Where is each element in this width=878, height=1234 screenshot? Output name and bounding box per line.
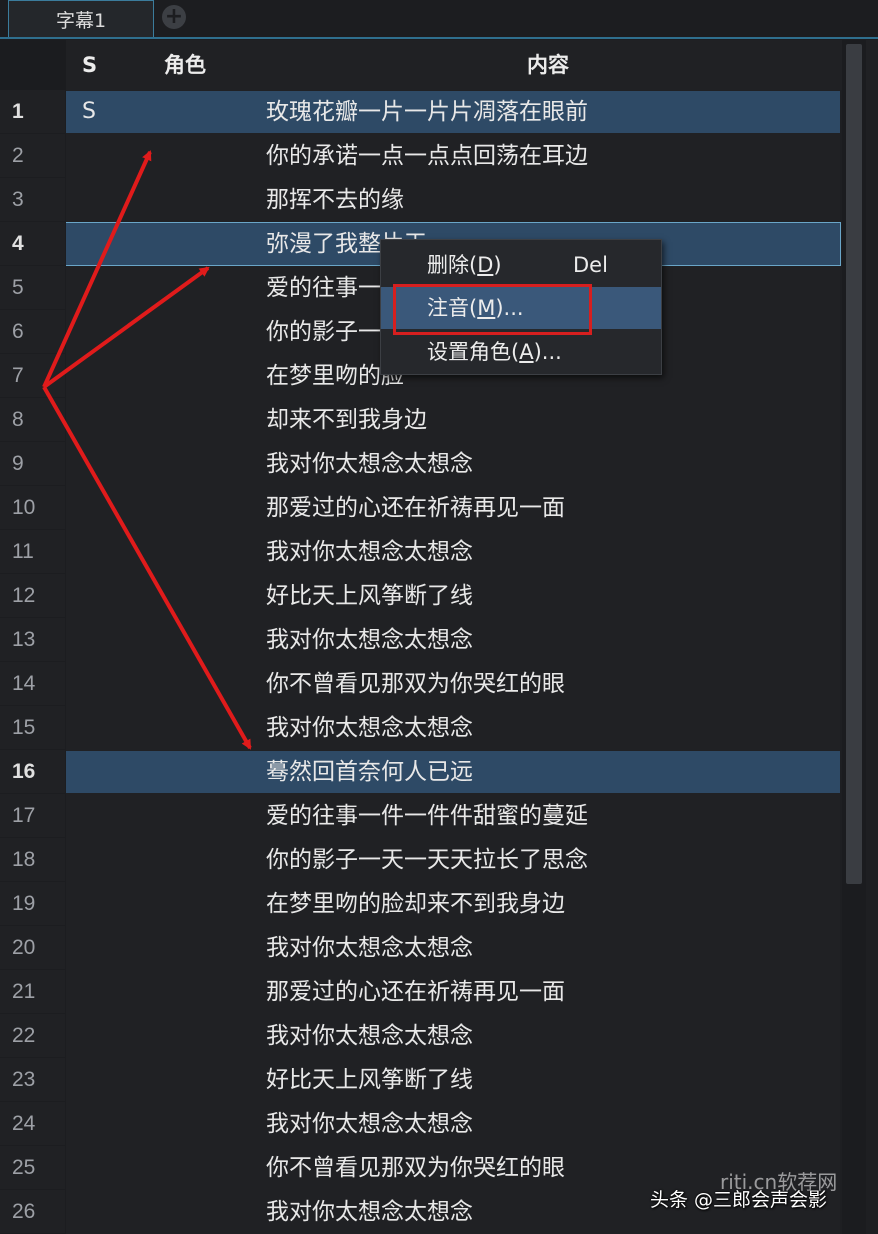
row-content-cell[interactable]: 好比天上风筝断了线	[266, 1058, 473, 1102]
row-number[interactable]: 3	[0, 178, 66, 222]
tab-label: 字幕1	[55, 9, 107, 32]
table-row[interactable]: 13 我对你太想念太想念	[0, 618, 840, 662]
row-content-cell[interactable]: 你不曾看见那双为你哭红的眼	[266, 1146, 565, 1190]
table-row[interactable]: 2 你的承诺一点一点点回荡在耳边	[0, 134, 840, 178]
table-row[interactable]: 16 蓦然回首奈何人已远	[0, 750, 840, 794]
row-number[interactable]: 20	[0, 926, 66, 970]
add-tab-icon[interactable]: +	[162, 5, 186, 29]
table-row[interactable]: 18 你的影子一天一天天拉长了思念	[0, 838, 840, 882]
row-content-cell[interactable]: 你的承诺一点一点点回荡在耳边	[266, 134, 588, 178]
header-corner	[0, 40, 66, 90]
menu-item-delete[interactable]: 删除(D) Del	[381, 244, 661, 286]
row-number[interactable]: 8	[0, 398, 66, 442]
row-content-cell[interactable]: 你的影子一天一天天拉长了思念	[266, 838, 588, 882]
context-menu: 删除(D) Del 注音(M)... 设置角色(A)...	[380, 239, 662, 375]
row-number[interactable]: 17	[0, 794, 66, 838]
row-number[interactable]: 1	[0, 90, 66, 134]
table-row[interactable]: 24 我对你太想念太想念	[0, 1102, 840, 1146]
table-row[interactable]: 9 我对你太想念太想念	[0, 442, 840, 486]
row-content-cell[interactable]: 却来不到我身边	[266, 398, 427, 442]
menu-item-set-role[interactable]: 设置角色(A)...	[381, 331, 661, 373]
row-number[interactable]: 7	[0, 354, 66, 398]
row-content-cell[interactable]: 我对你太想念太想念	[266, 530, 473, 574]
row-number[interactable]: 9	[0, 442, 66, 486]
tab-subtitle-1[interactable]: 字幕1	[8, 0, 154, 37]
table-row[interactable]: 15 我对你太想念太想念	[0, 706, 840, 750]
column-header-content[interactable]: 内容	[527, 40, 569, 90]
row-number[interactable]: 2	[0, 134, 66, 178]
table-row[interactable]: 11 我对你太想念太想念	[0, 530, 840, 574]
row-content-cell[interactable]: 我对你太想念太想念	[266, 442, 473, 486]
column-header-style[interactable]: S	[82, 40, 97, 90]
table-row[interactable]: 14 你不曾看见那双为你哭红的眼	[0, 662, 840, 706]
table-row[interactable]: 17 爱的往事一件一件件甜蜜的蔓延	[0, 794, 840, 838]
row-number[interactable]: 23	[0, 1058, 66, 1102]
row-number[interactable]: 13	[0, 618, 66, 662]
row-content-cell[interactable]: 我对你太想念太想念	[266, 926, 473, 970]
table-row[interactable]: 8 却来不到我身边	[0, 398, 840, 442]
row-content-cell[interactable]: 你的影子一	[266, 310, 381, 354]
row-content-cell[interactable]: 我对你太想念太想念	[266, 1102, 473, 1146]
menu-item-annotate-label: 注音(M)...	[427, 296, 524, 320]
scrollbar-thumb[interactable]	[846, 44, 862, 884]
row-highlight	[66, 399, 840, 441]
row-content-cell[interactable]: 我对你太想念太想念	[266, 706, 473, 750]
row-number[interactable]: 18	[0, 838, 66, 882]
table-row[interactable]: 19 在梦里吻的脸却来不到我身边	[0, 882, 840, 926]
row-number[interactable]: 26	[0, 1190, 66, 1234]
row-number[interactable]: 14	[0, 662, 66, 706]
row-number[interactable]: 24	[0, 1102, 66, 1146]
row-content-cell[interactable]: 爱的往事一	[266, 266, 381, 310]
column-header-role[interactable]: 角色	[164, 40, 206, 90]
menu-item-delete-shortcut: Del	[573, 253, 608, 277]
row-content-cell[interactable]: 我对你太想念太想念	[266, 618, 473, 662]
menu-item-delete-label: 删除(D)	[427, 253, 502, 277]
row-style-cell[interactable]: S	[82, 90, 96, 134]
row-number[interactable]: 16	[0, 750, 66, 794]
row-number[interactable]: 5	[0, 266, 66, 310]
menu-item-set-role-label: 设置角色(A)...	[427, 340, 562, 364]
row-content-cell[interactable]: 我对你太想念太想念	[266, 1190, 473, 1234]
table-row[interactable]: 23 好比天上风筝断了线	[0, 1058, 840, 1102]
row-number[interactable]: 25	[0, 1146, 66, 1190]
row-number[interactable]: 6	[0, 310, 66, 354]
row-number[interactable]: 11	[0, 530, 66, 574]
row-content-cell[interactable]: 蓦然回首奈何人已远	[266, 750, 473, 794]
row-content-cell[interactable]: 好比天上风筝断了线	[266, 574, 473, 618]
row-number[interactable]: 21	[0, 970, 66, 1014]
row-content-cell[interactable]: 在梦里吻的脸却来不到我身边	[266, 882, 565, 926]
table-row[interactable]: 25 你不曾看见那双为你哭红的眼	[0, 1146, 840, 1190]
table-row[interactable]: 1 S 玫瑰花瓣一片一片片凋落在眼前	[0, 90, 840, 134]
row-highlight	[66, 179, 840, 221]
row-content-cell[interactable]: 你不曾看见那双为你哭红的眼	[266, 662, 565, 706]
table-row[interactable]: 3 那挥不去的缘	[0, 178, 840, 222]
row-content-cell[interactable]: 那爱过的心还在祈祷再见一面	[266, 970, 565, 1014]
table-row[interactable]: 21 那爱过的心还在祈祷再见一面	[0, 970, 840, 1014]
tab-bar-underline	[0, 37, 878, 39]
menu-item-annotate[interactable]: 注音(M)...	[381, 287, 661, 329]
row-number[interactable]: 19	[0, 882, 66, 926]
table-row[interactable]: 20 我对你太想念太想念	[0, 926, 840, 970]
table-row[interactable]: 22 我对你太想念太想念	[0, 1014, 840, 1058]
row-number[interactable]: 10	[0, 486, 66, 530]
row-content-cell[interactable]: 那挥不去的缘	[266, 178, 404, 222]
row-number[interactable]: 22	[0, 1014, 66, 1058]
table-row[interactable]: 12 好比天上风筝断了线	[0, 574, 840, 618]
row-number[interactable]: 4	[0, 222, 66, 266]
table-header	[0, 40, 878, 90]
watermark: 头条 @三郎会声会影	[650, 1189, 828, 1211]
row-content-cell[interactable]: 那爱过的心还在祈祷再见一面	[266, 486, 565, 530]
table-row[interactable]: 10 那爱过的心还在祈祷再见一面	[0, 486, 840, 530]
row-content-cell[interactable]: 我对你太想念太想念	[266, 1014, 473, 1058]
row-number[interactable]: 15	[0, 706, 66, 750]
row-content-cell[interactable]: 爱的往事一件一件件甜蜜的蔓延	[266, 794, 588, 838]
row-content-cell[interactable]: 玫瑰花瓣一片一片片凋落在眼前	[266, 90, 588, 134]
row-number[interactable]: 12	[0, 574, 66, 618]
